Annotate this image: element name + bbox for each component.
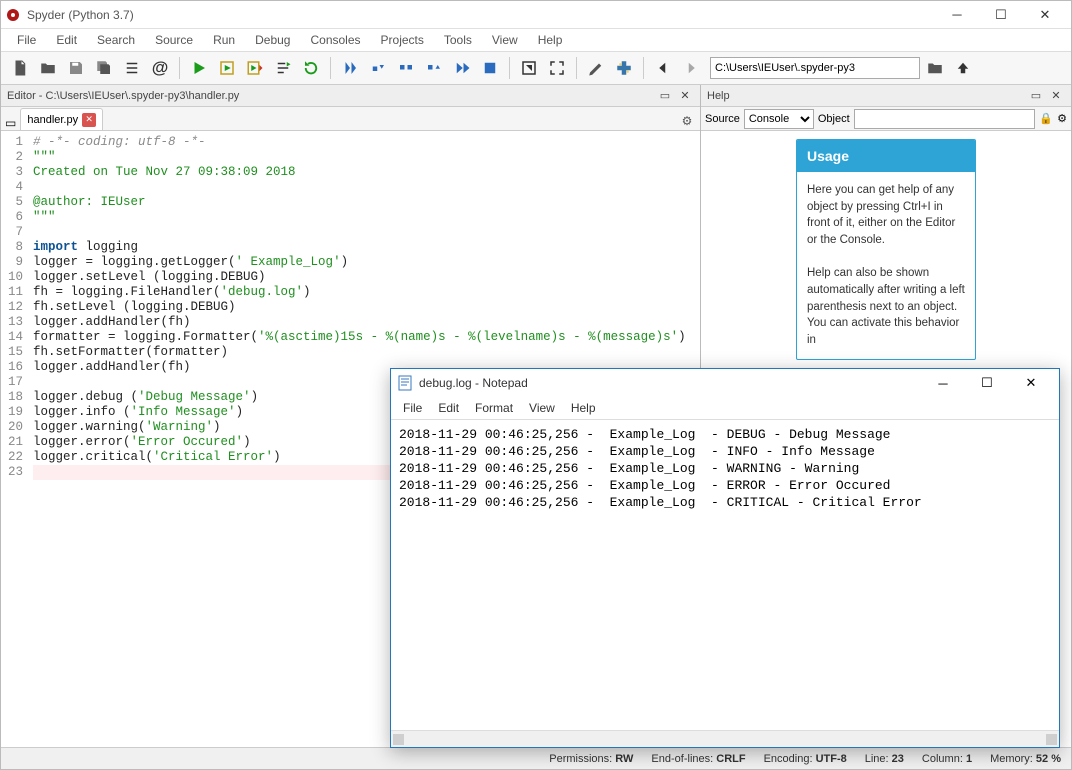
open-file-button[interactable] [35,55,61,81]
tab-close-icon[interactable]: ✕ [82,113,96,127]
help-source-label: Source [705,113,740,125]
help-source-select[interactable]: Console [744,109,814,129]
run-cell-advance-button[interactable] [242,55,268,81]
window-title: Spyder (Python 3.7) [27,8,935,22]
notepad-close-button[interactable]: ✕ [1009,369,1053,397]
menu-item-view[interactable]: View [482,31,528,49]
stop-debug-button[interactable] [477,55,503,81]
titlebar: Spyder (Python 3.7) ─ ☐ ✕ [1,1,1071,29]
usage-text-1: Here you can get help of any object by p… [807,182,965,249]
save-all-button[interactable] [91,55,117,81]
editor-tab-handler[interactable]: handler.py ✕ [20,108,103,130]
menu-item-search[interactable]: Search [87,31,145,49]
notepad-menu-file[interactable]: File [395,399,430,417]
step-out-button[interactable] [421,55,447,81]
help-lock-icon[interactable]: 🔒 [1039,112,1053,125]
notepad-menu-format[interactable]: Format [467,399,521,417]
notepad-menu-view[interactable]: View [521,399,563,417]
editor-pane-header: Editor - C:\Users\IEUser\.spyder-py3\han… [1,85,700,107]
parent-dir-button[interactable] [950,55,976,81]
notepad-menubar: FileEditFormatViewHelp [391,397,1059,419]
menu-item-tools[interactable]: Tools [434,31,482,49]
help-close-button[interactable]: ✕ [1047,87,1065,105]
continue-button[interactable] [449,55,475,81]
editor-tab-label: handler.py [27,114,78,126]
help-object-input[interactable] [854,109,1036,129]
spyder-icon [5,7,21,23]
list-icon[interactable] [119,55,145,81]
notepad-maximize-button[interactable]: ☐ [965,369,1009,397]
nav-back-button[interactable] [650,55,676,81]
editor-options-button[interactable]: ⚙ [678,112,696,130]
step-over-button[interactable] [365,55,391,81]
run-button[interactable] [186,55,212,81]
preferences-button[interactable] [583,55,609,81]
help-pane-title: Help [707,90,730,102]
help-options-button[interactable]: ⚙ [1057,112,1067,125]
notepad-horizontal-scrollbar[interactable] [391,730,1059,747]
notepad-title: debug.log - Notepad [419,376,921,390]
close-button[interactable]: ✕ [1023,1,1067,29]
debug-button[interactable] [337,55,363,81]
menubar: FileEditSearchSourceRunDebugConsolesProj… [1,29,1071,51]
menu-item-run[interactable]: Run [203,31,245,49]
minimize-button[interactable]: ─ [935,1,979,29]
editor-pane-title: Editor - C:\Users\IEUser\.spyder-py3\han… [7,90,239,102]
maximize-button[interactable]: ☐ [979,1,1023,29]
notepad-icon [397,375,413,391]
toolbar: @ [1,51,1071,85]
working-dir-input[interactable] [710,57,920,79]
menu-item-edit[interactable]: Edit [46,31,87,49]
run-cell-button[interactable] [214,55,240,81]
editor-undock-button[interactable]: ▭ [656,87,674,105]
menu-item-debug[interactable]: Debug [245,31,300,49]
menu-item-file[interactable]: File [7,31,46,49]
python-path-button[interactable] [611,55,637,81]
notepad-titlebar[interactable]: debug.log - Notepad ─ ☐ ✕ [391,369,1059,397]
notepad-text-area[interactable]: 2018-11-29 00:46:25,256 - Example_Log - … [391,419,1059,730]
usage-heading: Usage [797,140,975,172]
file-switcher-button[interactable]: ▭ [5,116,16,130]
run-selection-button[interactable] [270,55,296,81]
editor-close-button[interactable]: ✕ [676,87,694,105]
step-into-button[interactable] [393,55,419,81]
fullscreen-button[interactable] [544,55,570,81]
maximize-pane-button[interactable] [516,55,542,81]
notepad-menu-help[interactable]: Help [563,399,604,417]
statusbar: Permissions: RW End-of-lines: CRLF Encod… [1,747,1071,769]
menu-item-consoles[interactable]: Consoles [300,31,370,49]
menu-item-source[interactable]: Source [145,31,203,49]
help-controls: Source Console Object 🔒 ⚙ [701,107,1071,131]
at-icon[interactable]: @ [147,55,173,81]
browse-dir-button[interactable] [922,55,948,81]
editor-tab-row: ▭ handler.py ✕ ⚙ [1,107,700,131]
help-pane-header: Help ▭ ✕ [701,85,1071,107]
save-button[interactable] [63,55,89,81]
nav-forward-button[interactable] [678,55,704,81]
menu-item-help[interactable]: Help [528,31,573,49]
new-file-button[interactable] [7,55,33,81]
help-undock-button[interactable]: ▭ [1027,87,1045,105]
usage-text-2: Help can also be shown automatically aft… [807,265,965,348]
notepad-menu-edit[interactable]: Edit [430,399,467,417]
menu-item-projects[interactable]: Projects [371,31,434,49]
notepad-window[interactable]: debug.log - Notepad ─ ☐ ✕ FileEditFormat… [390,368,1060,748]
rerun-button[interactable] [298,55,324,81]
help-object-label: Object [818,113,850,125]
notepad-minimize-button[interactable]: ─ [921,369,965,397]
